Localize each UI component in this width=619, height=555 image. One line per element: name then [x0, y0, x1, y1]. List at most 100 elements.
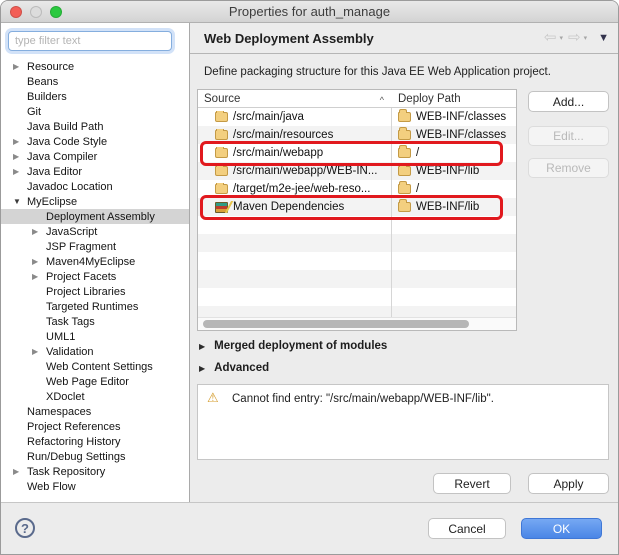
- sidebar-item-uml1[interactable]: UML1: [1, 329, 189, 344]
- sidebar-item-beans[interactable]: Beans: [1, 74, 189, 89]
- sidebar-item-targeted-runtimes[interactable]: Targeted Runtimes: [1, 299, 189, 314]
- sidebar: ▶ResourceBeansBuildersGitJava Build Path…: [1, 23, 190, 502]
- column-header-deploy[interactable]: Deploy Path: [391, 93, 461, 105]
- deploy-path-cell: WEB-INF/classes: [391, 129, 506, 141]
- horizontal-scrollbar[interactable]: [203, 320, 469, 328]
- sidebar-item-web-flow[interactable]: Web Flow: [1, 479, 189, 494]
- add-button[interactable]: Add...: [528, 91, 609, 112]
- sidebar-item-javadoc-location[interactable]: Javadoc Location: [1, 179, 189, 194]
- table-row[interactable]: /src/main/javaWEB-INF/classes: [198, 108, 516, 126]
- forward-dropdown-icon[interactable]: ▾: [584, 34, 588, 42]
- sidebar-item-deployment-assembly[interactable]: Deployment Assembly: [1, 209, 189, 224]
- sidebar-item-label: Task Repository: [27, 466, 105, 478]
- chevron-right-icon[interactable]: ▶: [13, 467, 27, 476]
- sidebar-item-web-content-settings[interactable]: Web Content Settings: [1, 359, 189, 374]
- sidebar-item-label: Targeted Runtimes: [46, 301, 138, 313]
- help-button[interactable]: ?: [15, 518, 35, 538]
- folder-icon: [398, 130, 411, 140]
- sidebar-item-refactoring-history[interactable]: Refactoring History: [1, 434, 189, 449]
- sidebar-item-label: Project References: [27, 421, 121, 433]
- sidebar-item-project-libraries[interactable]: Project Libraries: [1, 284, 189, 299]
- sidebar-item-java-build-path[interactable]: Java Build Path: [1, 119, 189, 134]
- warning-text: Cannot find entry: "/src/main/webapp/WEB…: [232, 393, 494, 405]
- zoom-button[interactable]: [50, 6, 62, 18]
- apply-button[interactable]: Apply: [528, 473, 609, 494]
- close-button[interactable]: [10, 6, 22, 18]
- sidebar-item-namespaces[interactable]: Namespaces: [1, 404, 189, 419]
- cell-text: /: [416, 183, 419, 195]
- nav-controls: ⇦ ▾ ⇨ ▾ ▼: [544, 30, 609, 46]
- folder-icon: [215, 148, 228, 158]
- sidebar-item-label: Beans: [27, 76, 58, 88]
- chevron-right-icon: ▶: [199, 364, 205, 373]
- sidebar-item-builders[interactable]: Builders: [1, 89, 189, 104]
- sidebar-item-maven4myeclipse[interactable]: ▶Maven4MyEclipse: [1, 254, 189, 269]
- table-row[interactable]: Maven DependenciesWEB-INF/lib: [198, 198, 516, 216]
- sidebar-item-myeclipse[interactable]: ▼MyEclipse: [1, 194, 189, 209]
- chevron-right-icon[interactable]: ▶: [32, 347, 46, 356]
- footer-bar: ? Cancel OK: [1, 502, 618, 554]
- sidebar-item-run-debug-settings[interactable]: Run/Debug Settings: [1, 449, 189, 464]
- revert-button[interactable]: Revert: [433, 473, 511, 494]
- sidebar-item-label: XDoclet: [46, 391, 85, 403]
- section-merged-deployment[interactable]: ▶ Merged deployment of modules: [199, 340, 387, 352]
- sidebar-item-label: Resource: [27, 61, 74, 73]
- filter-input[interactable]: [8, 31, 172, 51]
- minimize-button[interactable]: [30, 6, 42, 18]
- table-row[interactable]: /target/m2e-jee/web-reso... /: [198, 180, 516, 198]
- sidebar-item-resource[interactable]: ▶Resource: [1, 59, 189, 74]
- chevron-right-icon[interactable]: ▶: [32, 272, 46, 281]
- sort-asc-icon: ^: [380, 95, 384, 105]
- sidebar-item-git[interactable]: Git: [1, 104, 189, 119]
- folder-icon: [398, 148, 411, 158]
- chevron-down-icon[interactable]: ▼: [13, 197, 27, 206]
- sidebar-item-project-references[interactable]: Project References: [1, 419, 189, 434]
- remove-button[interactable]: Remove: [528, 158, 609, 178]
- sidebar-item-java-editor[interactable]: ▶Java Editor: [1, 164, 189, 179]
- horizontal-scrollbar-track[interactable]: [198, 317, 516, 330]
- cell-text: WEB-INF/classes: [416, 111, 506, 123]
- deploy-path-cell: /: [391, 147, 419, 159]
- column-label: Deploy Path: [398, 93, 461, 105]
- column-header-source[interactable]: Source ^: [198, 93, 391, 105]
- cell-text: Maven Dependencies: [233, 201, 344, 213]
- cell-text: /target/m2e-jee/web-reso...: [233, 183, 370, 195]
- ok-button[interactable]: OK: [521, 518, 602, 539]
- forward-icon[interactable]: ⇨: [568, 30, 581, 46]
- titlebar[interactable]: Properties for auth_manage: [1, 1, 618, 23]
- sidebar-item-task-tags[interactable]: Task Tags: [1, 314, 189, 329]
- sidebar-item-javascript[interactable]: ▶JavaScript: [1, 224, 189, 239]
- table-row[interactable]: /src/main/webapp/: [198, 144, 516, 162]
- chevron-right-icon[interactable]: ▶: [32, 257, 46, 266]
- chevron-right-icon[interactable]: ▶: [13, 167, 27, 176]
- sidebar-item-label: Refactoring History: [27, 436, 121, 448]
- page-title: Web Deployment Assembly: [204, 31, 374, 46]
- sidebar-item-project-facets[interactable]: ▶Project Facets: [1, 269, 189, 284]
- sidebar-item-jsp-fragment[interactable]: JSP Fragment: [1, 239, 189, 254]
- window-title: Properties for auth_manage: [1, 1, 618, 23]
- column-divider: [391, 90, 392, 317]
- section-advanced[interactable]: ▶ Advanced: [199, 362, 269, 374]
- back-icon[interactable]: ⇦: [544, 30, 557, 46]
- cancel-button[interactable]: Cancel: [428, 518, 506, 539]
- chevron-right-icon[interactable]: ▶: [13, 137, 27, 146]
- sidebar-item-label: Web Content Settings: [46, 361, 153, 373]
- sidebar-item-label: MyEclipse: [27, 196, 77, 208]
- chevron-right-icon[interactable]: ▶: [13, 62, 27, 71]
- sidebar-item-validation[interactable]: ▶Validation: [1, 344, 189, 359]
- chevron-right-icon[interactable]: ▶: [32, 227, 46, 236]
- table-row[interactable]: /src/main/resourcesWEB-INF/classes: [198, 126, 516, 144]
- edit-button[interactable]: Edit...: [528, 126, 609, 146]
- sidebar-item-java-code-style[interactable]: ▶Java Code Style: [1, 134, 189, 149]
- sidebar-item-label: Java Build Path: [27, 121, 103, 133]
- sidebar-item-task-repository[interactable]: ▶Task Repository: [1, 464, 189, 479]
- sidebar-item-java-compiler[interactable]: ▶Java Compiler: [1, 149, 189, 164]
- view-menu-icon[interactable]: ▼: [598, 32, 609, 44]
- chevron-right-icon[interactable]: ▶: [13, 152, 27, 161]
- sidebar-item-web-page-editor[interactable]: Web Page Editor: [1, 374, 189, 389]
- back-dropdown-icon[interactable]: ▾: [560, 34, 564, 42]
- sidebar-item-label: Task Tags: [46, 316, 95, 328]
- sidebar-tree: ▶ResourceBeansBuildersGitJava Build Path…: [1, 59, 189, 494]
- table-row[interactable]: /src/main/webapp/WEB-IN...WEB-INF/lib: [198, 162, 516, 180]
- sidebar-item-xdoclet[interactable]: XDoclet: [1, 389, 189, 404]
